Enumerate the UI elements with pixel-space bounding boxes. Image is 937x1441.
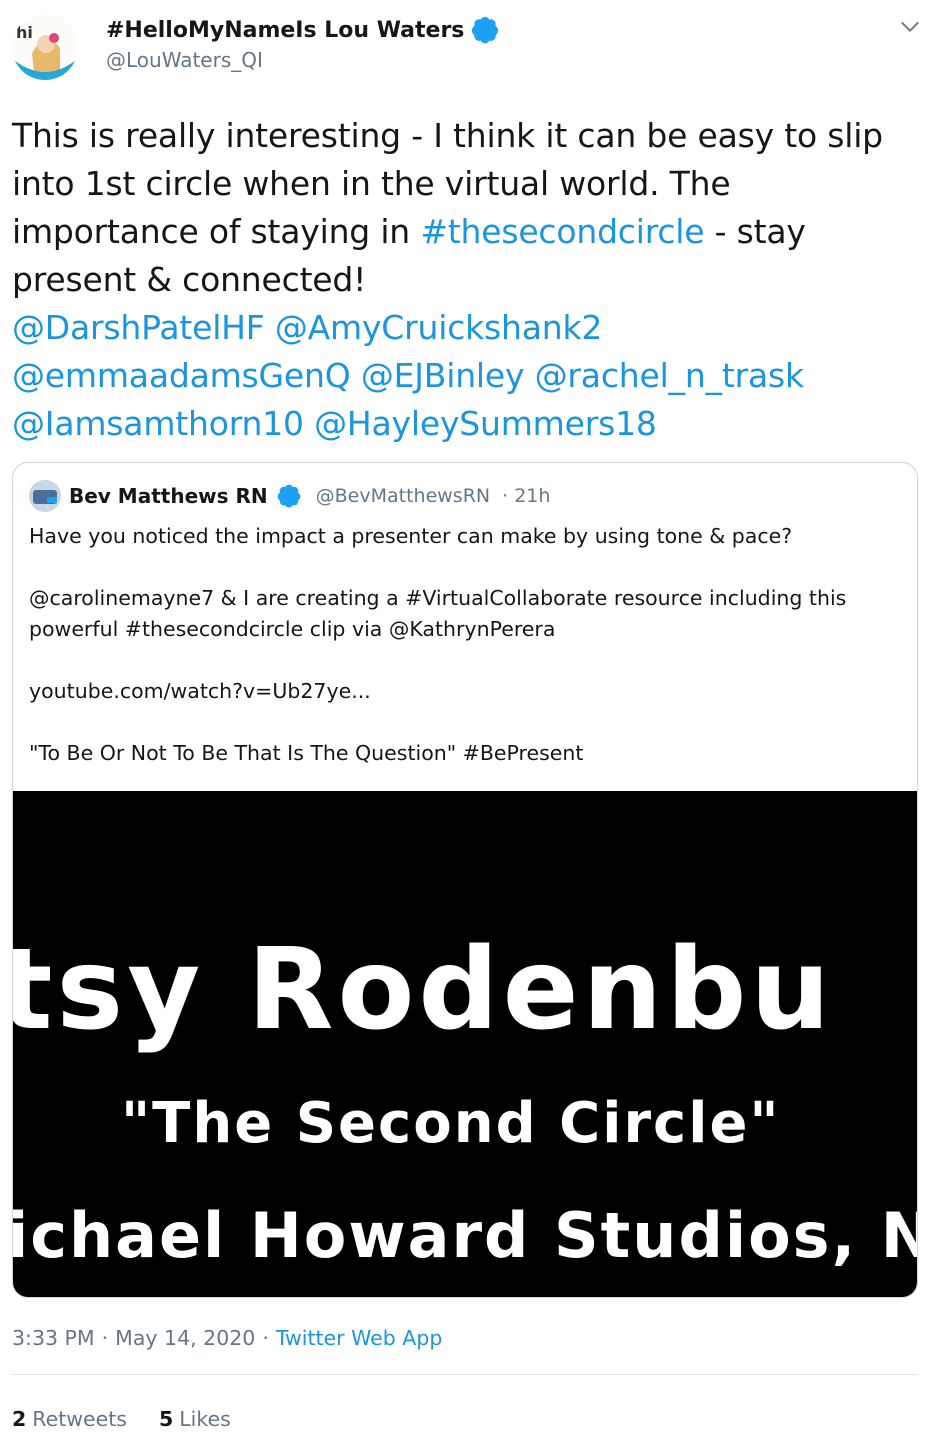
author-name[interactable]: #HelloMyNameIs Lou Waters	[106, 18, 464, 43]
mention-link[interactable]: @emmaadamsGenQ	[12, 356, 351, 395]
quoted-link-text: youtube.com/watch?v=Ub27ye...	[29, 679, 371, 703]
meta-separator: ·	[262, 1326, 269, 1350]
likes-stat[interactable]: 5 Likes	[159, 1407, 231, 1431]
video-subtitle-text: "The Second Circle"	[121, 1091, 781, 1156]
quoted-video-thumbnail[interactable]: tsy Rodenbu "The Second Circle" ichael H…	[13, 791, 918, 1297]
quoted-author-avatar	[29, 480, 61, 512]
mention-link[interactable]: @HayleySummers18	[314, 404, 657, 443]
quoted-text-line: Have you noticed the impact a presenter …	[29, 524, 793, 548]
tweet-source-link[interactable]: Twitter Web App	[276, 1326, 442, 1350]
video-title-text: tsy Rodenbu	[13, 925, 835, 1055]
mention-link[interactable]: @AmyCruickshank2	[275, 308, 603, 347]
mention-link[interactable]: @rachel_n_trask	[535, 356, 804, 395]
hashtag-link[interactable]: #thesecondcircle	[420, 212, 704, 251]
likes-count: 5	[158, 1407, 174, 1431]
quoted-avatar-image	[29, 480, 61, 512]
author-avatar[interactable]: hi	[12, 14, 78, 80]
retweets-count: 2	[12, 1407, 27, 1431]
quoted-tweet-body: Have you noticed the impact a presenter …	[29, 521, 899, 769]
mention-link[interactable]: @EJBinley	[361, 356, 525, 395]
quoted-tweet[interactable]: Bev Matthews RN @BevMatthewsRN · 21h Hav…	[12, 462, 918, 1298]
author-block: #HelloMyNameIs Lou Waters @LouWaters_QI	[106, 14, 500, 72]
tweet-text: This is really interesting - I think it …	[12, 112, 927, 448]
verified-badge-icon	[472, 16, 499, 44]
quoted-text-line: @carolinemayne7 & I are creating a #Virt…	[29, 586, 847, 641]
tweet-time[interactable]: 3:33 PM	[12, 1326, 95, 1350]
likes-label: Likes	[179, 1407, 231, 1431]
svg-text:hi: hi	[16, 23, 33, 42]
author-avatar-image: hi	[12, 14, 78, 80]
retweets-stat[interactable]: 2 Retweets	[12, 1407, 127, 1431]
quoted-time: · 21h	[502, 485, 551, 507]
verified-badge-icon	[277, 484, 300, 508]
video-credit-text: ichael Howard Studios, N	[13, 1199, 918, 1272]
divider	[12, 1374, 918, 1375]
mention-link[interactable]: @Iamsamthorn10	[12, 404, 304, 443]
mention-link[interactable]: @DarshPatelHF	[12, 308, 265, 347]
quoted-text-line: "To Be Or Not To Be That Is The Question…	[29, 741, 584, 765]
chevron-down-icon[interactable]	[899, 16, 921, 38]
quoted-author-name: Bev Matthews RN	[69, 484, 268, 508]
meta-separator: ·	[101, 1326, 109, 1350]
tweet-date[interactable]: May 14, 2020	[115, 1326, 255, 1350]
tweet-meta: 3:33 PM · May 14, 2020 · Twitter Web App	[12, 1326, 442, 1350]
retweets-label: Retweets	[32, 1407, 127, 1431]
quoted-author-handle: @BevMatthewsRN	[315, 485, 491, 507]
author-handle[interactable]: @LouWaters_QI	[106, 48, 500, 72]
tweet-stats: 2 Retweets 5 Likes	[12, 1407, 231, 1431]
quoted-tweet-header: Bev Matthews RN @BevMatthewsRN · 21h	[29, 479, 550, 513]
